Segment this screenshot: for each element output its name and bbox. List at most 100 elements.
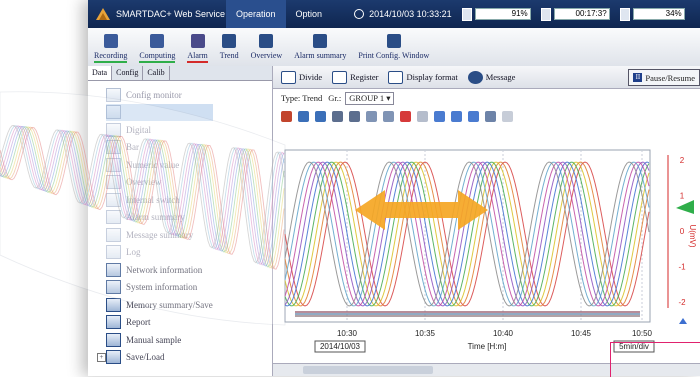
computing-label: Computing xyxy=(139,51,176,60)
time-meter: 00:17:3? xyxy=(540,7,610,21)
scrollbar-thumb[interactable] xyxy=(303,366,433,374)
channel-2-icon[interactable] xyxy=(315,110,326,122)
message-button[interactable]: Message xyxy=(467,70,515,84)
print-config-label: Print Config. Window xyxy=(358,51,430,60)
recording-label: Recording xyxy=(94,51,128,60)
window-icon xyxy=(106,87,121,102)
overview-button[interactable]: Overview xyxy=(245,34,289,66)
tree-item[interactable]: Manual sample xyxy=(106,331,213,349)
trend-icon xyxy=(222,34,237,48)
tree-item[interactable]: + Save/Load xyxy=(97,349,213,367)
computing-icon xyxy=(150,34,165,48)
pause-resume-label: Pause/Resume xyxy=(645,72,695,83)
memory-meter-value: 91% xyxy=(474,8,531,20)
divide-label: Divide xyxy=(299,72,323,82)
tree-item-label: System information xyxy=(126,282,198,293)
message-icon xyxy=(467,70,483,84)
printer-icon xyxy=(386,34,401,48)
datetime-display: 2014/10/03 10:33:21 xyxy=(354,9,452,19)
tree-item[interactable]: Bar xyxy=(106,139,213,157)
print-config-window-button[interactable]: Print Config. Window xyxy=(352,34,435,66)
group-select[interactable]: GROUP 1 ▾ xyxy=(345,91,395,105)
tree-item[interactable]: Network information xyxy=(106,261,213,279)
alarm-button[interactable]: Alarm xyxy=(181,34,213,66)
overview-label: Overview xyxy=(250,51,283,60)
register-button[interactable]: Register xyxy=(332,70,378,84)
memory-meter: 91% xyxy=(461,7,531,21)
type-row: Type: Trend Gr.: GROUP 1 ▾ xyxy=(273,89,700,107)
tree-item[interactable]: Memory summary/Save xyxy=(106,296,213,314)
register-icon xyxy=(332,70,348,84)
tab-data[interactable]: Data xyxy=(88,66,113,80)
alarm-summary-icon xyxy=(313,34,328,48)
tree-item[interactable]: Config monitor xyxy=(106,86,213,104)
top-bar: SMARTDAC+ Web Service Operation Option 2… xyxy=(88,0,700,28)
wave-2-icon[interactable] xyxy=(451,110,462,122)
overview-icon xyxy=(259,34,274,48)
tree-item[interactable]: Message summary xyxy=(106,226,213,244)
alarm-summary-label: Alarm summary xyxy=(294,51,347,60)
recording-status-bar xyxy=(94,61,128,63)
window-icon xyxy=(106,175,121,190)
tab-calib[interactable]: Calib xyxy=(143,66,170,80)
divide-icon xyxy=(281,70,296,84)
alarm-label: Alarm xyxy=(187,51,208,60)
tree-item[interactable]: Overview xyxy=(106,174,213,192)
recording-button[interactable]: Recording xyxy=(88,34,133,66)
brand-title: SMARTDAC+ Web Service xyxy=(116,9,225,19)
print-config-bar xyxy=(358,61,429,63)
tree-item-label: Overview xyxy=(126,177,162,188)
alarm-icon xyxy=(190,34,205,48)
display-format-button[interactable]: Display format xyxy=(388,70,458,84)
search-2-icon[interactable] xyxy=(383,110,394,122)
alarm-status-bar xyxy=(187,61,208,63)
expand-icon[interactable]: + xyxy=(97,352,106,362)
pause-resume-button[interactable]: II Pause/Resume xyxy=(628,69,700,86)
tree-item[interactable]: Digital xyxy=(106,121,213,139)
window-icon xyxy=(106,210,121,225)
tab-config[interactable]: Config xyxy=(112,66,144,80)
disk-icon xyxy=(540,7,551,21)
pause-icon: II xyxy=(633,73,643,82)
window-icon xyxy=(106,350,121,365)
wave-3-icon[interactable] xyxy=(468,110,479,122)
group-select-value: GROUP 1 xyxy=(349,92,385,103)
menu-operation[interactable]: Operation xyxy=(226,0,286,28)
tree-item[interactable]: Log xyxy=(106,244,213,262)
recording-icon xyxy=(103,34,118,48)
alarm-mark-icon[interactable] xyxy=(400,110,411,122)
tree-item[interactable]: Report xyxy=(106,314,213,332)
channel-icon[interactable] xyxy=(298,110,309,122)
wave-icon[interactable] xyxy=(434,110,445,122)
tree-item[interactable]: Alarm summary xyxy=(106,209,213,227)
tree-item-label: Manual sample xyxy=(126,334,182,345)
window-icon xyxy=(106,245,121,260)
tree-item[interactable]: Internal switch xyxy=(106,191,213,209)
tree-item[interactable]: System information xyxy=(106,279,213,297)
zoom-in-icon[interactable] xyxy=(332,110,343,122)
type-label: Type: Trend xyxy=(281,93,323,103)
zoom-out-icon[interactable] xyxy=(349,110,360,122)
bar-color-icon[interactable] xyxy=(281,110,292,122)
divide-button[interactable]: Divide xyxy=(281,70,323,84)
content-toolbar: Divide Register Display format Message I… xyxy=(273,66,700,89)
clock-icon xyxy=(354,9,365,19)
tree-item[interactable] xyxy=(106,103,213,121)
window-icon xyxy=(106,315,121,330)
left-tabs: Data Config Calib xyxy=(88,66,272,81)
marker-icon[interactable] xyxy=(417,110,428,122)
computing-status-bar xyxy=(139,61,176,63)
main-toolbar: Recording Computing Alarm Trend Overview… xyxy=(88,28,700,67)
tree-item[interactable]: Numeric value xyxy=(106,156,213,174)
trend-button[interactable]: Trend xyxy=(214,34,245,66)
alarm-summary-button[interactable]: Alarm summary xyxy=(288,34,352,66)
settings-icon[interactable] xyxy=(485,110,496,122)
computing-button[interactable]: Computing xyxy=(133,34,181,66)
menu-option[interactable]: Option xyxy=(286,0,333,28)
disabled-tool-icon xyxy=(502,110,513,122)
tree-item-label: Report xyxy=(126,317,151,328)
alarm-summary-bar xyxy=(294,61,346,63)
app-window: SMARTDAC+ Web Service Operation Option 2… xyxy=(88,0,700,376)
search-icon[interactable] xyxy=(366,110,377,122)
right-panel: Divide Register Display format Message I… xyxy=(273,66,700,376)
